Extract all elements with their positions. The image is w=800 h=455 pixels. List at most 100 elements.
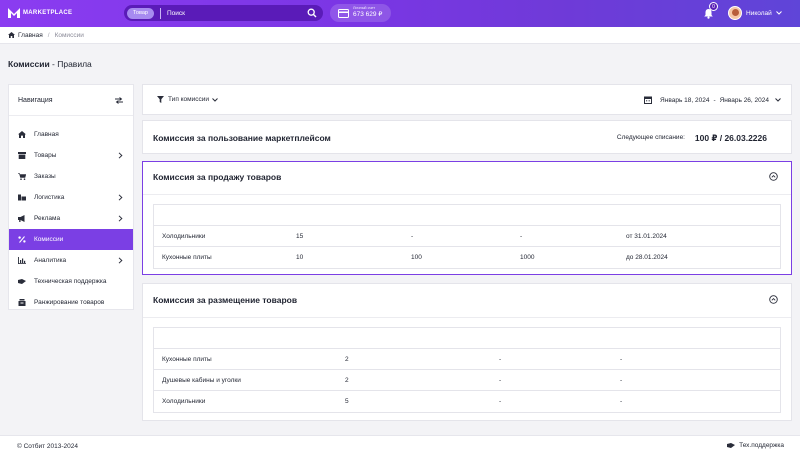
table-cell: до 28.01.2024 bbox=[626, 254, 668, 261]
wallet-balance[interactable]: Личный счет 673 629 ₽ bbox=[330, 4, 391, 22]
search-scope-select[interactable]: Товар bbox=[127, 7, 154, 19]
table-row: Душевые кабины и уголки 2 - - bbox=[154, 370, 780, 391]
sidebar-title: Навигация bbox=[18, 96, 53, 104]
table-cell: Холодильники bbox=[162, 233, 206, 240]
table-row: Холодильники 15 - - от 31.01.2024 bbox=[154, 226, 780, 247]
support-icon bbox=[727, 443, 736, 448]
search-divider bbox=[159, 7, 161, 19]
ranking-icon bbox=[18, 299, 26, 306]
next-charge-value: 100 ₽ / 26.03.2226 bbox=[694, 133, 767, 143]
table-cell: Душевые кабины и уголки bbox=[162, 377, 241, 384]
table-cell: - bbox=[499, 398, 502, 405]
sidebar-item-label: Товары bbox=[34, 152, 57, 159]
table-header bbox=[154, 328, 780, 349]
divider bbox=[143, 317, 791, 318]
home-icon bbox=[8, 32, 15, 38]
divider bbox=[143, 194, 791, 195]
sidebar-item-label: Аналитика bbox=[34, 257, 67, 264]
logo-text: MARKETPLACE bbox=[23, 10, 73, 16]
table-cell: - bbox=[411, 233, 414, 240]
copyright: © Сотбит 2013-2024 bbox=[17, 443, 78, 450]
table-cell: - bbox=[620, 398, 623, 405]
avatar[interactable] bbox=[728, 6, 742, 20]
table-cell: - bbox=[499, 356, 502, 363]
calendar-icon bbox=[644, 96, 653, 104]
sidebar-item-logistics[interactable]: Логистика bbox=[9, 187, 133, 208]
page-title-main: Комиссии bbox=[8, 59, 50, 69]
commission-type-filter[interactable]: Тип комиссии bbox=[168, 96, 209, 103]
sidebar-item-orders[interactable]: Заказы bbox=[9, 166, 133, 187]
collapse-icon[interactable] bbox=[769, 172, 778, 181]
page-title-sub: - Правила bbox=[49, 59, 92, 69]
placement-fee-card: Комиссия за размещение товаров Кухонные … bbox=[142, 283, 792, 421]
search-bar[interactable]: Товар Поиск bbox=[124, 5, 323, 21]
date-to: Январь 26, 2024 bbox=[719, 96, 769, 104]
chevron-right-icon bbox=[118, 194, 123, 201]
sidebar-item-support[interactable]: Техническая поддержка bbox=[9, 271, 133, 292]
chevron-right-icon bbox=[118, 215, 123, 222]
table-cell: 100 bbox=[411, 254, 422, 261]
chevron-right-icon bbox=[118, 257, 123, 264]
placement-fee-title: Комиссия за размещение товаров bbox=[153, 295, 298, 305]
table-cell: 15 bbox=[296, 233, 304, 240]
table-row: Кухонные плиты 10 100 1000 до 28.01.2024 bbox=[154, 247, 780, 268]
footer: © Сотбит 2013-2024 Тех.поддержка bbox=[0, 435, 800, 455]
sidebar-item-label: Заказы bbox=[34, 173, 56, 180]
wallet-label: Личный счет bbox=[353, 6, 376, 11]
wallet-amount: 673 629 ₽ bbox=[353, 11, 383, 19]
filter-icon bbox=[157, 96, 164, 103]
swap-icon[interactable] bbox=[115, 96, 123, 104]
table-row: Кухонные плиты 2 - - bbox=[154, 349, 780, 370]
support-label: Тех.поддержка bbox=[739, 442, 784, 449]
sidebar-item-label: Логистика bbox=[34, 194, 65, 201]
date-separator: - bbox=[713, 96, 716, 104]
sidebar-item-analytics[interactable]: Аналитика bbox=[9, 250, 133, 271]
table-cell: от 31.01.2024 bbox=[626, 233, 667, 240]
table-row: Холодильники 5 - - bbox=[154, 391, 780, 412]
home-icon bbox=[18, 131, 26, 138]
date-range-picker[interactable]: Январь 18, 2024 - Январь 26, 2024 bbox=[644, 96, 781, 104]
sidebar-item-commissions[interactable]: Комиссии bbox=[9, 229, 133, 250]
chart-icon bbox=[18, 257, 26, 264]
percent-icon bbox=[18, 236, 26, 243]
support-icon bbox=[18, 279, 26, 284]
sidebar-item-home[interactable]: Главная bbox=[9, 124, 133, 145]
table-header bbox=[154, 205, 780, 226]
sale-fee-card: Комиссия за продажу товаров Холодильники… bbox=[142, 161, 792, 275]
chevron-down-icon bbox=[212, 97, 218, 102]
logo-icon bbox=[8, 8, 20, 18]
page-title: Комиссии - Правила bbox=[8, 59, 92, 69]
table-cell: 10 bbox=[296, 254, 304, 261]
truck-icon bbox=[18, 194, 26, 201]
table-cell: 1000 bbox=[520, 254, 535, 261]
sidebar-item-label: Реклама bbox=[34, 215, 61, 222]
breadcrumb-current: Комиссии bbox=[54, 31, 84, 39]
support-link[interactable]: Тех.поддержка bbox=[727, 442, 784, 449]
search-input[interactable]: Поиск bbox=[167, 10, 307, 17]
sidebar-item-label: Комиссии bbox=[34, 236, 64, 243]
sale-fee-table: Холодильники 15 - - от 31.01.2024 Кухонн… bbox=[153, 204, 781, 269]
sidebar-item-ranking[interactable]: Ранжирование товаров bbox=[9, 292, 133, 313]
table-cell: Холодильники bbox=[162, 398, 206, 405]
marketplace-fee-title: Комиссия за пользование маркетплейсом bbox=[153, 133, 331, 143]
sidebar: Навигация Главная Товары Заказы Логистик… bbox=[8, 84, 134, 310]
search-icon[interactable] bbox=[307, 8, 317, 18]
sidebar-item-products[interactable]: Товары bbox=[9, 145, 133, 166]
user-menu[interactable]: Николай bbox=[728, 6, 782, 20]
sidebar-item-ads[interactable]: Реклама bbox=[9, 208, 133, 229]
collapse-icon[interactable] bbox=[769, 295, 778, 304]
table-cell: 5 bbox=[345, 398, 349, 405]
breadcrumb: Главная / Комиссии bbox=[0, 27, 800, 44]
sale-fee-title: Комиссия за продажу товаров bbox=[153, 172, 282, 182]
cart-icon bbox=[18, 173, 26, 180]
breadcrumb-home[interactable]: Главная bbox=[18, 32, 43, 39]
top-header: MARKETPLACE Товар Поиск Личный счет 673 … bbox=[0, 0, 800, 27]
date-from: Январь 18, 2024 bbox=[660, 96, 710, 104]
user-name: Николай bbox=[746, 9, 772, 17]
chevron-down-icon bbox=[775, 11, 782, 15]
table-cell: 2 bbox=[345, 377, 349, 384]
logo[interactable]: MARKETPLACE bbox=[8, 8, 72, 18]
chevron-down-icon bbox=[775, 98, 781, 102]
wallet-icon bbox=[338, 8, 349, 18]
marketplace-fee-card: Комиссия за пользование маркетплейсом Сл… bbox=[142, 120, 792, 154]
